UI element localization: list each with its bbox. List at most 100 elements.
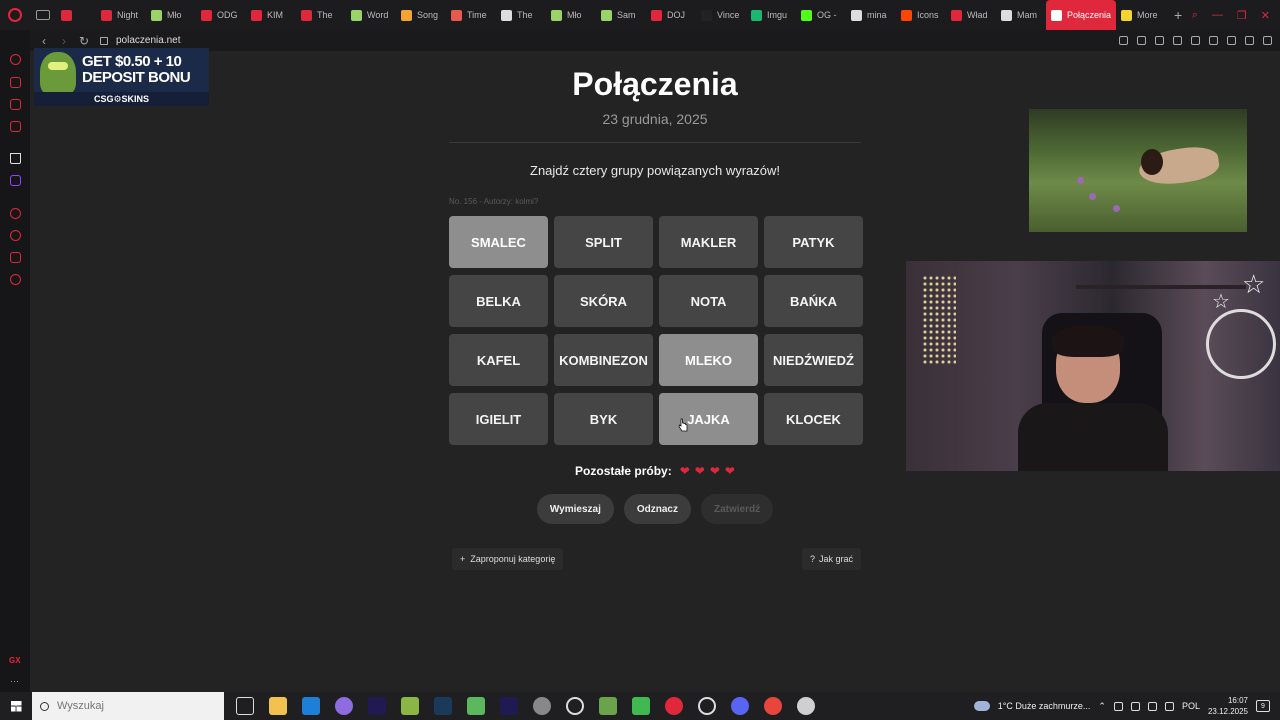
aria-icon[interactable] [10, 153, 21, 164]
player-sidebar-icon[interactable] [10, 208, 21, 219]
browser-tab[interactable]: More [1116, 0, 1166, 30]
browser-tab[interactable]: Vince [696, 0, 746, 30]
weather-icon[interactable] [973, 701, 990, 711]
browser-tab[interactable]: OG - [796, 0, 846, 30]
player-icon[interactable] [1173, 36, 1182, 45]
app-w-icon[interactable] [302, 697, 320, 715]
new-tab-button[interactable]: + [1166, 7, 1190, 23]
app-shield-icon[interactable] [797, 697, 815, 715]
extensions-sidebar-icon[interactable] [10, 252, 21, 263]
start-button[interactable] [0, 692, 32, 720]
browser-tab[interactable]: Song [396, 0, 446, 30]
suggest-category-button[interactable]: + Zaproponuj kategorię [452, 548, 564, 570]
snapshot-icon[interactable] [1137, 36, 1146, 45]
browser-tab[interactable]: ODG [196, 0, 246, 30]
taskbar-search-input[interactable] [57, 700, 207, 712]
submit-button[interactable]: Zatwierdź [700, 494, 774, 524]
word-tile[interactable]: KLOCEK [764, 393, 863, 445]
heart-icon[interactable] [1191, 36, 1200, 45]
browser-tab[interactable]: mina [846, 0, 896, 30]
microphone-icon[interactable] [1147, 701, 1157, 711]
tray-app-icon[interactable] [1113, 701, 1123, 711]
browser-tab[interactable]: Mam [996, 0, 1046, 30]
browser-tab[interactable]: The [296, 0, 346, 30]
word-tile[interactable]: NOTA [659, 275, 758, 327]
tab-active[interactable]: Połączenia [1046, 0, 1117, 30]
shuffle-button[interactable]: Wymieszaj [536, 494, 614, 524]
language-indicator[interactable]: POL [1182, 701, 1200, 711]
bookmark-icon[interactable] [1119, 36, 1128, 45]
browser-tab[interactable]: Night [96, 0, 146, 30]
app-leaf-icon[interactable] [632, 697, 650, 715]
word-tile[interactable]: PATYK [764, 216, 863, 268]
discord-icon[interactable] [731, 697, 749, 715]
shopping-icon[interactable] [10, 77, 21, 88]
gx-control-icon[interactable] [10, 54, 21, 65]
browser-tab[interactable] [56, 0, 96, 30]
notifications-icon[interactable]: 9 [1256, 700, 1270, 712]
browser-tab[interactable]: Mło [546, 0, 596, 30]
extensions-icon[interactable] [1209, 36, 1218, 45]
how-to-play-button[interactable]: ? Jak grać [802, 548, 862, 570]
back-button[interactable]: ‹ [34, 34, 54, 48]
twitch-icon[interactable] [10, 175, 21, 186]
word-tile[interactable]: MLEKO [659, 334, 758, 386]
browser-tab[interactable]: The [496, 0, 546, 30]
obs-icon[interactable] [566, 697, 584, 715]
word-tile[interactable]: JAJKA [659, 393, 758, 445]
gx-icon[interactable]: GX [9, 656, 21, 665]
after-effects-icon[interactable] [368, 697, 386, 715]
url-field[interactable]: polaczenia.net [116, 35, 181, 46]
search-tabs-icon[interactable]: ⌕ [1192, 9, 1198, 22]
settings-app-icon[interactable] [533, 697, 551, 715]
clock[interactable]: 16:07 23.12.2025 [1208, 695, 1248, 717]
app-clock-icon[interactable] [698, 697, 716, 715]
word-tile[interactable]: SKÓRA [554, 275, 653, 327]
download-icon[interactable] [1245, 36, 1254, 45]
browser-tab[interactable]: KIM [246, 0, 296, 30]
maximize-button[interactable]: ❐ [1237, 9, 1247, 22]
browser-tab[interactable]: Icons [896, 0, 946, 30]
easy-setup-icon[interactable] [1263, 36, 1272, 45]
history-icon[interactable] [10, 230, 21, 241]
ad-banner[interactable]: GET $0.50 + 10 DEPOSIT BONU CSG⚙SKINS [34, 48, 209, 106]
tab-islands-icon[interactable] [36, 10, 50, 20]
opera-gx-icon[interactable] [665, 697, 683, 715]
network-icon[interactable] [1130, 701, 1140, 711]
browser-tab[interactable]: Imgu [746, 0, 796, 30]
notepad-icon[interactable] [467, 697, 485, 715]
browser-tab[interactable]: Time [446, 0, 496, 30]
weather-text[interactable]: 1°C Duże zachmurze... [998, 701, 1091, 711]
steam-icon[interactable] [434, 697, 452, 715]
opera-menu-icon[interactable] [0, 0, 30, 30]
word-tile[interactable]: KAFEL [449, 334, 548, 386]
word-tile[interactable]: SMALEC [449, 216, 548, 268]
chevron-up-icon[interactable]: ⌃ [1098, 701, 1106, 712]
word-tile[interactable]: BELKA [449, 275, 548, 327]
file-explorer-icon[interactable] [269, 697, 287, 715]
minecraft-icon[interactable] [599, 697, 617, 715]
lock-icon[interactable] [100, 36, 108, 45]
browser-tab[interactable]: DOJ [646, 0, 696, 30]
word-tile[interactable]: KOMBINEZON [554, 334, 653, 386]
forward-button[interactable]: › [54, 34, 74, 48]
close-button[interactable]: ✕ [1261, 9, 1270, 22]
word-tile[interactable]: NIEDŹWIEDŹ [764, 334, 863, 386]
app-crystal-icon[interactable] [335, 697, 353, 715]
word-tile[interactable]: BAŃKA [764, 275, 863, 327]
reload-button[interactable]: ↻ [74, 34, 94, 48]
browser-tab[interactable]: Sam [596, 0, 646, 30]
task-view-icon[interactable] [236, 697, 254, 715]
minimize-button[interactable]: — [1212, 9, 1223, 22]
word-tile[interactable]: IGIELIT [449, 393, 548, 445]
profile-icon[interactable] [1227, 36, 1236, 45]
word-tile[interactable]: BYK [554, 393, 653, 445]
sidebar-more-icon[interactable]: ··· [10, 676, 19, 686]
volume-icon[interactable] [1164, 701, 1174, 711]
app-game-icon[interactable] [401, 697, 419, 715]
settings-icon[interactable] [10, 274, 21, 285]
chrome-icon[interactable] [764, 697, 782, 715]
browser-tab[interactable]: Mło [146, 0, 196, 30]
browser-tab[interactable]: Wład [946, 0, 996, 30]
word-tile[interactable]: SPLIT [554, 216, 653, 268]
